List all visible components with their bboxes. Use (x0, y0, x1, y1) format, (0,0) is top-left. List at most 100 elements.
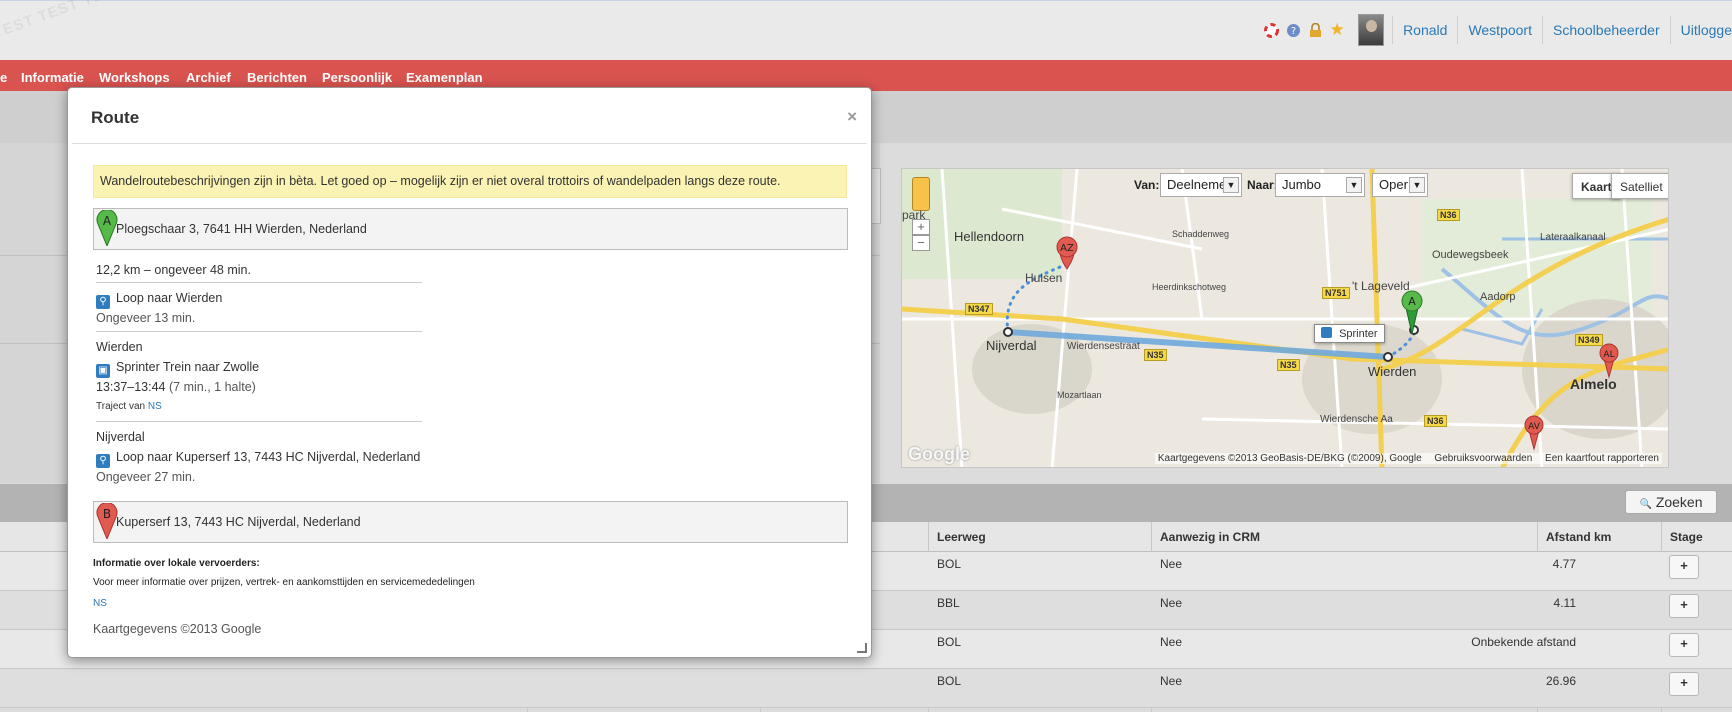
ns-info-link[interactable]: NS (93, 598, 107, 609)
svg-text:?: ? (1290, 26, 1295, 37)
cell-crm: Nee (1160, 596, 1183, 610)
divider (96, 282, 422, 283)
step-train[interactable]: ▣ Sprinter Trein naar Zwolle (96, 360, 259, 378)
chevron-down-icon: ▼ (1346, 177, 1362, 193)
map-type-satelliet[interactable]: Satelliet (1611, 173, 1668, 199)
marker-b-icon: B (96, 503, 118, 539)
street-view-pegman[interactable] (912, 177, 930, 211)
cell-leerweg: BOL (937, 557, 962, 571)
end-waypoint[interactable]: B Kuperserf 13, 7443 HC Nijverdal, Neder… (93, 501, 848, 543)
van-select[interactable]: Deelneme ▼ (1160, 173, 1242, 197)
road-badge: N35 (1144, 349, 1167, 361)
traject-info: Traject van NS (96, 401, 162, 412)
cell-leerweg: BOL (937, 674, 962, 688)
cell-crm: Nee (1160, 635, 1183, 649)
map-label-wierdensche-aa: Wierdensche Aa (1320, 414, 1393, 425)
user-link-role[interactable]: Schoolbeheerder (1541, 16, 1670, 44)
lifebuoy-icon[interactable] (1263, 22, 1279, 38)
beta-warning: Wandelroutebeschrijvingen zijn in bèta. … (93, 165, 847, 198)
cell-leerweg: BBL (937, 596, 960, 610)
train-detail: (7 min., 1 halte) (169, 380, 256, 394)
map-label-hulsen: Hulsen (1025, 271, 1063, 285)
star-icon[interactable]: ★ (1329, 20, 1345, 39)
nav-item-workshops[interactable]: Workshops (99, 70, 170, 85)
add-stage-button[interactable]: + (1669, 672, 1699, 696)
col-header-leerweg[interactable]: Leerweg (937, 530, 986, 544)
chevron-down-icon: ▼ (1223, 177, 1239, 193)
naar-label: Naar: (1247, 178, 1278, 192)
nav-item-persoonlijk[interactable]: Persoonlijk (322, 70, 392, 85)
start-waypoint[interactable]: A Ploegschaar 3, 7641 HH Wierden, Nederl… (93, 208, 848, 250)
train-icon (1321, 327, 1332, 338)
logout-link[interactable]: Uitlogge (1669, 16, 1732, 44)
route-map[interactable]: AZ A AL AV + − Van: Deelneme ▼ Naar: Jum… (901, 168, 1669, 468)
lock-icon[interactable] (1307, 22, 1323, 38)
add-stage-button[interactable]: + (1669, 555, 1699, 579)
ns-link[interactable]: NS (148, 401, 162, 412)
map-label-lateraalkanaal: Lateraalkanaal (1540, 232, 1606, 243)
cell-leerweg: BOL (937, 635, 962, 649)
add-stage-button[interactable]: + (1669, 633, 1699, 657)
step-walk-1-text: Loop naar Wierden (116, 291, 223, 305)
avatar[interactable] (1358, 14, 1385, 46)
traject-prefix: Traject van (96, 401, 146, 412)
train-icon: ▣ (96, 364, 110, 378)
user-link-location[interactable]: Westpoort (1457, 16, 1542, 44)
step-walk-2[interactable]: ⚲ Loop naar Kuperserf 13, 7443 HC Nijverd… (96, 450, 420, 468)
col-header-stage[interactable]: Stage (1670, 530, 1703, 544)
map-footer: Kaartgegevens ©2013 GeoBasis-DE/BKG (©20… (1154, 453, 1662, 464)
sprinter-callout[interactable]: Sprinter (1314, 324, 1385, 343)
step-walk-1[interactable]: ⚲ Loop naar Wierden (96, 291, 222, 309)
nav-item-informatie[interactable]: Informatie (21, 70, 84, 85)
marker-a-icon: A (96, 210, 118, 246)
map-canvas: AZ A AL AV (902, 169, 1668, 467)
map-label-schaddenweg: Schaddenweg (1172, 229, 1230, 239)
user-link-name[interactable]: Ronald (1392, 16, 1457, 44)
top-bar: TEST TEST TEST ? ★ Ronald Westpoort Scho… (0, 0, 1732, 60)
end-address: Kuperserf 13, 7443 HC Nijverdal, Nederla… (116, 515, 361, 529)
col-header-afstand[interactable]: Afstand km (1546, 530, 1611, 544)
train-time: 13:37–13:44 (96, 380, 166, 394)
transit-info-heading: Informatie over lokale vervoerders: (93, 558, 260, 569)
map-label-park: park (902, 208, 926, 222)
map-label-wierdensestraat: Wierdensestraat (1067, 341, 1140, 352)
dialog-copyright: Kaartgegevens ©2013 Google (93, 622, 262, 636)
mode-select-value: Oper (1379, 177, 1408, 192)
map-label-almelo: Almelo (1570, 376, 1617, 392)
map-label-mozartlaan: Mozartlaan (1057, 390, 1102, 400)
nav-item-archief[interactable]: Archief (186, 70, 231, 85)
chevron-down-icon: ▼ (1409, 177, 1425, 193)
zoom-out-button[interactable]: − (912, 235, 930, 251)
map-label-heerdinkschotweg: Heerdinkschotweg (1152, 282, 1227, 292)
road-badge: N349 (1575, 334, 1603, 346)
search-button[interactable]: 🔍 Zoeken (1625, 490, 1717, 514)
map-report-link[interactable]: Een kaartfout rapporteren (1545, 453, 1659, 464)
naar-select-value: Jumbo (1282, 177, 1322, 192)
search-icon: 🔍 (1639, 499, 1652, 510)
cell-afstand: 4.11 (1553, 596, 1576, 610)
nav-item-berichten[interactable]: Berichten (247, 70, 307, 85)
col-header-crm[interactable]: Aanwezig in CRM (1160, 530, 1260, 544)
start-address: Ploegschaar 3, 7641 HH Wierden, Nederlan… (116, 222, 367, 236)
walk-icon: ⚲ (96, 295, 110, 309)
map-label-nijverdal: Nijverdal (986, 338, 1037, 353)
nav-item-partial[interactable]: e (0, 70, 7, 85)
transit-info-text: Voor meer informatie over prijzen, vertr… (93, 577, 475, 588)
resize-handle[interactable] (857, 643, 867, 653)
road-badge: N751 (1322, 287, 1350, 299)
svg-text:A: A (1408, 295, 1416, 308)
road-badge: N36 (1437, 209, 1460, 221)
step-walk-2-time: Ongeveer 27 min. (96, 470, 196, 484)
close-icon[interactable]: × (847, 107, 857, 127)
nav-item-examenplan[interactable]: Examenplan (406, 70, 483, 85)
sprinter-label: Sprinter (1339, 328, 1378, 340)
step-walk-2-text: Loop naar Kuperserf 13, 7443 HC Nijverda… (116, 450, 421, 464)
map-terms-link[interactable]: Gebruiksvoorwaarden (1434, 453, 1532, 464)
map-copyright: Kaartgegevens ©2013 GeoBasis-DE/BKG (©20… (1157, 453, 1422, 464)
cell-afstand: Onbekende afstand (1471, 635, 1576, 649)
add-stage-button[interactable]: + (1669, 594, 1699, 618)
naar-select[interactable]: Jumbo ▼ (1275, 173, 1365, 197)
help-icon[interactable]: ? (1285, 22, 1301, 38)
mode-select[interactable]: Oper ▼ (1372, 173, 1428, 197)
divider (96, 331, 422, 332)
